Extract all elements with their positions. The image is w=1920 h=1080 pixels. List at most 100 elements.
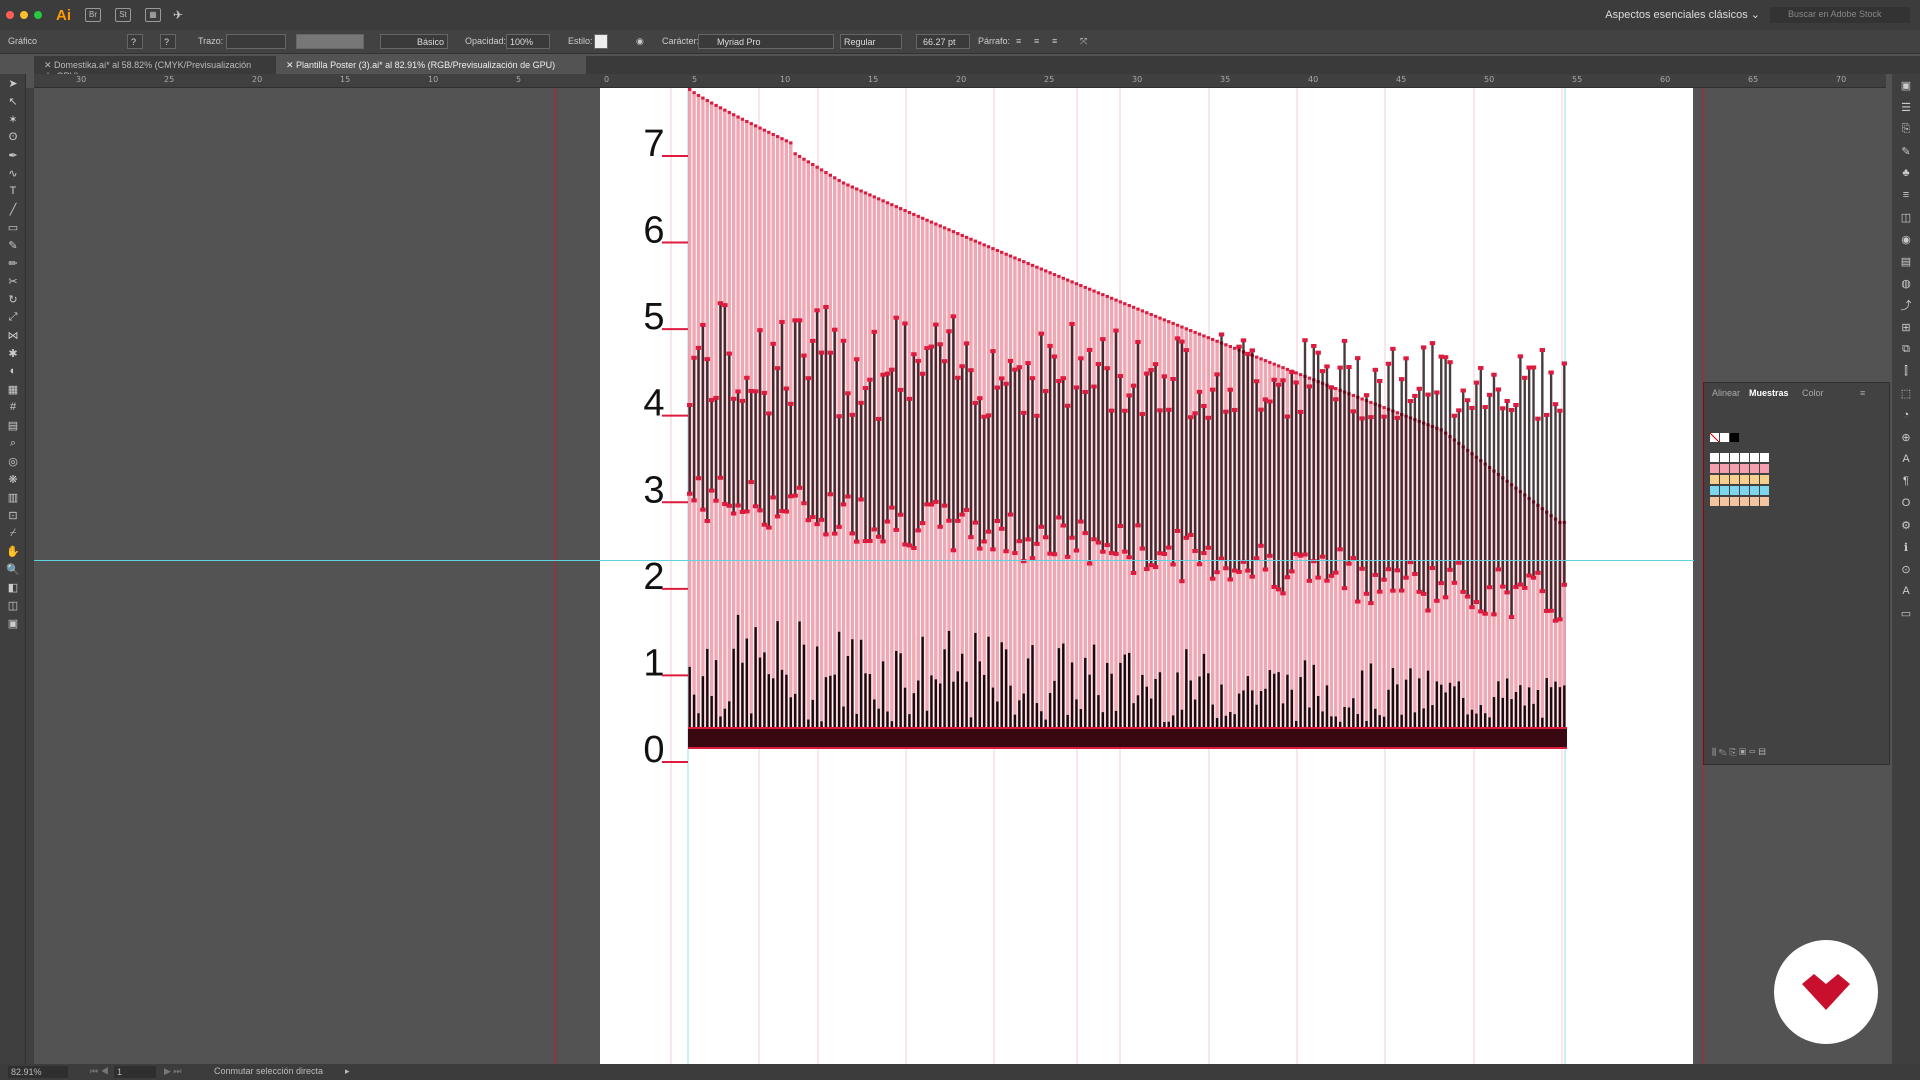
- swatch[interactable]: [1750, 497, 1759, 506]
- perspective-grid-tool-icon[interactable]: ▦: [0, 380, 26, 398]
- swatch[interactable]: [1760, 453, 1769, 462]
- color-guide-icon[interactable]: ◍: [1892, 272, 1920, 294]
- swatch[interactable]: [1730, 475, 1739, 484]
- brushes-icon[interactable]: ✎: [1892, 140, 1920, 162]
- scissors-tool-icon[interactable]: ✂: [0, 272, 26, 290]
- graphic-styles-icon[interactable]: ▤: [1892, 250, 1920, 272]
- tab-plantilla-poster[interactable]: ✕ Plantilla Poster (3).ai* al 82.91% (RG…: [276, 56, 586, 74]
- mesh-tool-icon[interactable]: #: [0, 398, 26, 416]
- rotate-tool-icon[interactable]: ↻: [0, 290, 26, 308]
- pencil-tool-icon[interactable]: ✏: [0, 254, 26, 272]
- stroke-weight-field[interactable]: [226, 34, 286, 49]
- swatch[interactable]: [1750, 453, 1759, 462]
- swatch-white[interactable]: [1720, 433, 1729, 442]
- panel-menu-icon[interactable]: ≡: [1860, 388, 1865, 398]
- swatch[interactable]: [1760, 464, 1769, 473]
- tab-domestika[interactable]: ✕ Domestika.ai* al 58.82% (CMYK/Previsua…: [34, 56, 272, 81]
- swatch[interactable]: [1760, 475, 1769, 484]
- pathfinder-icon[interactable]: ⊕: [1892, 426, 1920, 448]
- horizontal-ruler[interactable]: 30 25 20 15 10 5 0 5 10 15 20 25 30 35 40 45 50 55 60 65 70: [34, 74, 1886, 88]
- swatch[interactable]: [1730, 453, 1739, 462]
- font-family-field[interactable]: Myriad Pro: [698, 34, 834, 49]
- transform-icon[interactable]: ⤧: [1080, 36, 1087, 47]
- swatch[interactable]: [1760, 497, 1769, 506]
- image-trace-icon[interactable]: ⬚: [1892, 382, 1920, 404]
- stock-search-input[interactable]: Buscar en Adobe Stock: [1770, 7, 1910, 23]
- zoom-tool-icon[interactable]: 🔍: [0, 560, 26, 578]
- export-icon[interactable]: ⤴: [1892, 294, 1920, 316]
- opacity-label[interactable]: Opacidad:: [465, 36, 506, 46]
- fill-stroke-icon[interactable]: ◧: [0, 578, 26, 596]
- recolor-icon[interactable]: ◉: [636, 36, 644, 47]
- character-icon[interactable]: A: [1892, 448, 1920, 470]
- swatch[interactable]: [1720, 464, 1729, 473]
- magic-wand-tool-icon[interactable]: ✶: [0, 110, 26, 128]
- opacity-field[interactable]: 100%: [506, 34, 550, 49]
- info-icon[interactable]: ℹ: [1892, 536, 1920, 558]
- slice-tool-icon[interactable]: ⌿: [0, 524, 26, 542]
- glyphs-icon[interactable]: A: [1892, 580, 1920, 602]
- lasso-tool-icon[interactable]: ʘ: [0, 128, 26, 146]
- align-right-icon[interactable]: ≡: [1052, 36, 1057, 46]
- blend-tool-icon[interactable]: ◎: [0, 452, 26, 470]
- stock-button[interactable]: St: [115, 8, 131, 22]
- screen-mode-icon[interactable]: ▣: [0, 614, 26, 632]
- libraries-icon[interactable]: ☰: [1892, 96, 1920, 118]
- vertical-ruler[interactable]: [26, 88, 34, 1064]
- artboards-icon[interactable]: ⊞: [1892, 316, 1920, 338]
- symbol-sprayer-tool-icon[interactable]: ❋: [0, 470, 26, 488]
- swatch[interactable]: [1740, 453, 1749, 462]
- artboard-number-field[interactable]: 1: [114, 1066, 156, 1078]
- swatch[interactable]: [1750, 475, 1759, 484]
- arrange-documents-icon[interactable]: ▦: [145, 8, 161, 22]
- links-icon[interactable]: ⊙: [1892, 558, 1920, 580]
- artboard[interactable]: 0 1 2 3 4 5 6 7: [600, 88, 1693, 1064]
- horizontal-guide[interactable]: [34, 560, 1694, 561]
- fill-swatch[interactable]: ?: [127, 34, 143, 49]
- variable-width-profile[interactable]: [296, 34, 364, 49]
- paintbrush-tool-icon[interactable]: ✎: [0, 236, 26, 254]
- swatch[interactable]: [1730, 464, 1739, 473]
- tab-alinear[interactable]: Alinear: [1712, 388, 1740, 398]
- rectangle-tool-icon[interactable]: ▭: [0, 218, 26, 236]
- scale-tool-icon[interactable]: ⤢: [0, 308, 26, 326]
- stroke-icon[interactable]: ≡: [1892, 184, 1920, 206]
- paragraph-label[interactable]: Párrafo:: [978, 36, 1010, 46]
- transparency-icon[interactable]: ◫: [1892, 206, 1920, 228]
- document-info-icon[interactable]: ⎘: [1892, 118, 1920, 140]
- canvas-area[interactable]: 0 1 2 3 4 5 6 7: [34, 88, 1886, 1064]
- properties-icon[interactable]: ▣: [1892, 74, 1920, 96]
- swatch[interactable]: [1720, 486, 1729, 495]
- swatch-libraries-icon[interactable]: ⫼ ✎ ⎘ ▣ ▭ ▤: [1712, 747, 1766, 758]
- close-window-button[interactable]: [6, 11, 14, 19]
- swatch[interactable]: [1750, 464, 1759, 473]
- artboard-first-icon[interactable]: ⏮ ◀: [90, 1066, 109, 1077]
- layers-icon[interactable]: ⧉: [1892, 338, 1920, 360]
- swatch[interactable]: [1720, 453, 1729, 462]
- swatch[interactable]: [1710, 497, 1719, 506]
- stroke-label[interactable]: Trazo:: [198, 36, 223, 46]
- swatch-none[interactable]: [1710, 433, 1719, 442]
- paragraph-icon[interactable]: ¶: [1892, 470, 1920, 492]
- symbols-icon[interactable]: ♣: [1892, 162, 1920, 184]
- swatch[interactable]: [1740, 486, 1749, 495]
- settings-icon[interactable]: ⚙: [1892, 514, 1920, 536]
- swatch[interactable]: [1740, 464, 1749, 473]
- status-menu-icon[interactable]: ▸: [345, 1066, 350, 1077]
- drawing-modes-icon[interactable]: ◫: [0, 596, 26, 614]
- align-left-icon[interactable]: ≡: [1016, 36, 1021, 46]
- bridge-button[interactable]: Br: [85, 8, 101, 22]
- style-label[interactable]: Estilo:: [568, 36, 593, 46]
- minimize-window-button[interactable]: [20, 11, 28, 19]
- status-hint[interactable]: Conmutar selección directa: [214, 1066, 323, 1076]
- font-size-field[interactable]: 66.27 pt: [916, 34, 970, 49]
- align-icon[interactable]: ⫿: [1892, 360, 1920, 382]
- hand-tool-icon[interactable]: ✋: [0, 542, 26, 560]
- navigator-icon[interactable]: ◔: [1892, 404, 1920, 426]
- appearance-icon[interactable]: ◉: [1892, 228, 1920, 250]
- swatch[interactable]: [1710, 464, 1719, 473]
- eyedropper-tool-icon[interactable]: ⌕: [0, 434, 26, 452]
- swatch[interactable]: [1740, 497, 1749, 506]
- artboard-tool-icon[interactable]: ⊡: [0, 506, 26, 524]
- font-style-field[interactable]: Regular: [840, 34, 902, 49]
